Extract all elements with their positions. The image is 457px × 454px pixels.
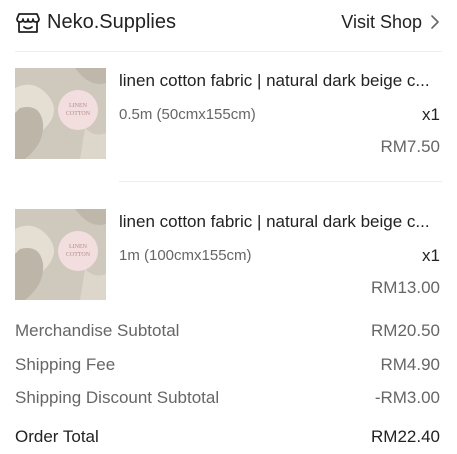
shipping-fee-label: Shipping Fee: [15, 355, 116, 374]
item-quantity: x1: [422, 105, 440, 124]
item-quantity: x1: [422, 246, 440, 265]
chevron-right-icon[interactable]: [430, 15, 440, 29]
shipping-discount-row: Shipping Discount Subtotal -RM3.00: [15, 387, 440, 409]
item-variation: 1m (100cmx155cm): [119, 247, 252, 264]
product-image: LINEN COTTON: [15, 209, 106, 300]
order-total-label: Order Total: [15, 427, 99, 446]
shipping-discount-label: Shipping Discount Subtotal: [15, 388, 220, 407]
item-price: RM7.50: [380, 137, 440, 156]
merchandise-subtotal-row: Merchandise Subtotal RM20.50: [15, 320, 440, 342]
thumbnail-label-line-1: LINEN: [69, 103, 88, 109]
shop-header: Neko.Supplies Visit Shop: [0, 0, 457, 46]
product-thumbnail[interactable]: LINEN COTTON: [15, 209, 106, 300]
order-total-value: RM22.40: [371, 427, 440, 446]
visit-shop-label[interactable]: Visit Shop: [341, 9, 422, 35]
item-divider: [119, 181, 442, 182]
visit-shop-link[interactable]: Visit Shop: [341, 9, 440, 35]
thumbnail-label-line-1: LINEN: [69, 244, 88, 250]
merchandise-subtotal-value: RM20.50: [371, 321, 440, 340]
item-variation: 0.5m (50cmx155cm): [119, 106, 256, 123]
thumbnail-label-line-2: COTTON: [66, 252, 91, 258]
shop-icon: [16, 13, 40, 33]
shipping-fee-value: RM4.90: [380, 355, 440, 374]
shipping-discount-value: -RM3.00: [374, 388, 440, 407]
order-total-row: Order Total RM22.40: [15, 426, 440, 448]
thumbnail-label-line-2: COTTON: [66, 111, 91, 117]
item-name[interactable]: linen cotton fabric | natural dark beige…: [119, 211, 444, 233]
product-image: LINEN COTTON: [15, 68, 106, 159]
item-price: RM13.00: [371, 278, 440, 297]
merchandise-subtotal-label: Merchandise Subtotal: [15, 321, 180, 340]
header-divider: [15, 51, 442, 52]
shop-name[interactable]: Neko.Supplies: [47, 9, 176, 35]
shipping-fee-row: Shipping Fee RM4.90: [15, 354, 440, 376]
item-name[interactable]: linen cotton fabric | natural dark beige…: [119, 70, 444, 92]
product-thumbnail[interactable]: LINEN COTTON: [15, 68, 106, 159]
